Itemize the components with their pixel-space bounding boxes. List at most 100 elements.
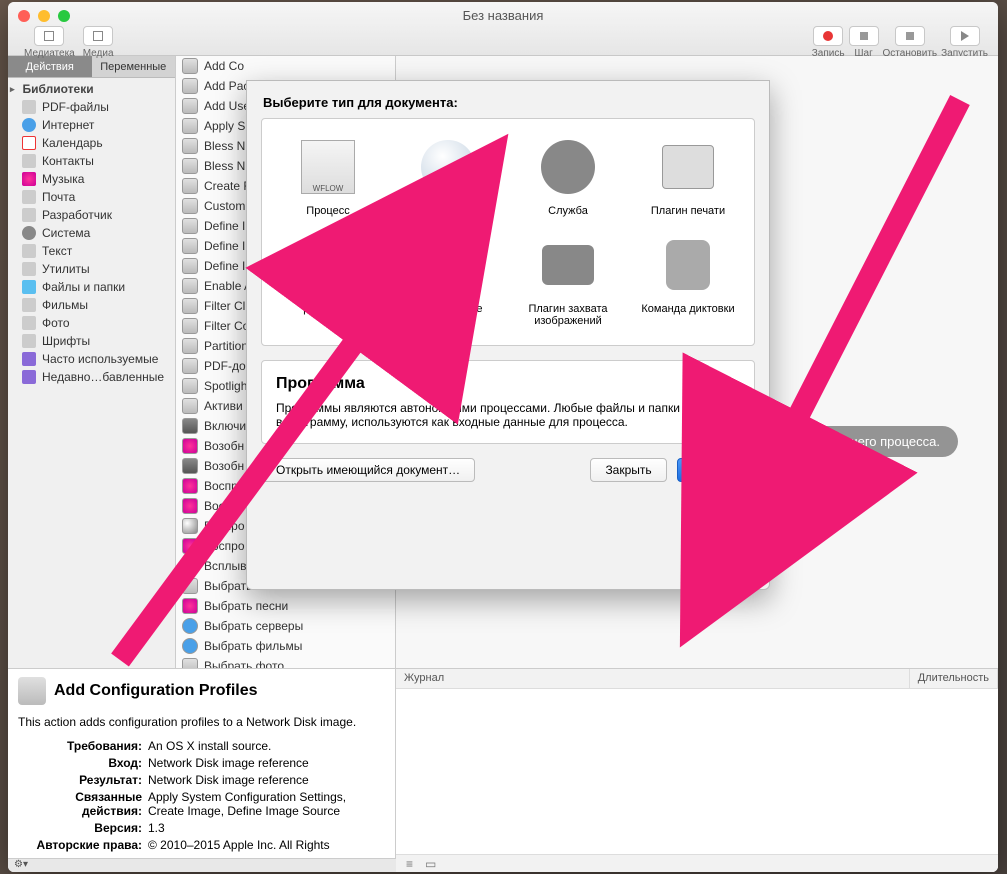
type-print[interactable]: Плагин печати — [630, 135, 746, 219]
action-item-label: Spotligh — [204, 379, 247, 393]
type-folder-icon — [296, 233, 360, 297]
type-service[interactable]: Служба — [510, 135, 626, 219]
favorites-row[interactable]: Часто используемые — [8, 350, 175, 368]
library-btn-label: Медиатека — [24, 48, 75, 59]
library-item-icon — [22, 280, 36, 294]
library-btn-icon — [34, 26, 64, 46]
library-item[interactable]: Музыка — [8, 170, 175, 188]
library-item[interactable]: Разработчик — [8, 206, 175, 224]
library-item[interactable]: Интернет — [8, 116, 175, 134]
action-item[interactable]: Выбрать серверы — [176, 616, 395, 636]
action-item-icon — [182, 338, 198, 354]
type-workflow[interactable]: WFLOWПроцесс — [270, 135, 386, 219]
library-item-icon — [22, 190, 36, 204]
action-item-icon — [182, 78, 198, 94]
library-item[interactable]: Шрифты — [8, 332, 175, 350]
action-item-icon — [182, 198, 198, 214]
type-application[interactable]: Программа — [390, 135, 506, 219]
action-item-label: Активи — [204, 399, 243, 413]
library-item-icon — [22, 316, 36, 330]
action-item-icon — [182, 458, 198, 474]
library-header[interactable]: Библиотеки — [8, 80, 175, 98]
type-calendar[interactable]: JUL17Уведомление Календаря — [390, 233, 506, 329]
action-item-label: Воспр — [204, 499, 238, 513]
library-item[interactable]: Текст — [8, 242, 175, 260]
info-label: Результат: — [18, 773, 148, 787]
action-item[interactable]: Выбрать фильмы — [176, 636, 395, 656]
action-item-label: Воспро — [204, 479, 245, 493]
action-item-icon — [182, 598, 198, 614]
action-item-icon — [182, 278, 198, 294]
close-window-icon[interactable] — [18, 10, 30, 22]
action-item-label: Возобн — [204, 459, 244, 473]
library-item-label: Утилиты — [42, 262, 90, 276]
info-row: Требования:An OS X install source. — [18, 739, 385, 753]
library-item-label: Почта — [42, 190, 75, 204]
action-large-icon — [18, 677, 46, 705]
recent-icon — [22, 370, 36, 384]
action-item-icon — [182, 558, 198, 574]
log-view-list-icon[interactable]: ≡ — [406, 857, 413, 871]
action-item-label: Воспро — [204, 519, 245, 533]
info-row: Версия:1.3 — [18, 821, 385, 835]
library-item[interactable]: Файлы и папки — [8, 278, 175, 296]
action-item[interactable]: Выбрать песни — [176, 596, 395, 616]
titlebar: Без названия МедиатекаМедиа ЗаписьШагОст… — [8, 2, 998, 56]
type-dictation-icon — [656, 233, 720, 297]
type-folder[interactable]: Действие — [270, 233, 386, 329]
stop-btn[interactable]: Остановить — [883, 26, 938, 59]
action-item-icon — [182, 578, 198, 594]
run-btn[interactable]: Запустить — [941, 26, 988, 59]
type-capture[interactable]: Плагин захвата изображений — [510, 233, 626, 329]
library-item-label: Шрифты — [42, 334, 90, 348]
library-item-icon — [22, 118, 36, 132]
action-item[interactable]: Add Co — [176, 56, 395, 76]
library-item[interactable]: Система — [8, 224, 175, 242]
gear-menu-icon[interactable]: ⚙︎▾ — [14, 859, 28, 870]
action-item-label: Partition — [204, 339, 248, 353]
library-item[interactable]: Календарь — [8, 134, 175, 152]
library-item[interactable]: Контакты — [8, 152, 175, 170]
close-button[interactable]: Закрыть — [590, 458, 666, 482]
tab-actions[interactable]: Действия — [8, 56, 92, 77]
log-col-duration[interactable]: Длительность — [910, 669, 998, 688]
action-item-label: Filter Co — [204, 319, 249, 333]
action-item-label: Bless N — [204, 159, 245, 173]
type-calendar-label: Уведомление Календаря — [390, 301, 506, 329]
type-grid: WFLOWПроцессПрограммаСлужба Плагин печати… — [261, 118, 755, 346]
log-col-journal[interactable]: Журнал — [396, 669, 910, 688]
minimize-window-icon[interactable] — [38, 10, 50, 22]
action-item-label: Bless N — [204, 139, 245, 153]
library-item[interactable]: PDF-файлы — [8, 98, 175, 116]
tab-variables[interactable]: Переменные — [92, 56, 176, 77]
action-item-label: Create F — [204, 179, 251, 193]
library-item[interactable]: Фильмы — [8, 296, 175, 314]
library-item[interactable]: Почта — [8, 188, 175, 206]
library-item[interactable]: Утилиты — [8, 260, 175, 278]
type-workflow-label: Процесс — [298, 203, 357, 219]
library-item-label: Фильмы — [42, 298, 88, 312]
record-btn[interactable]: Запись — [812, 26, 845, 59]
type-dictation[interactable]: Команда диктовки — [630, 233, 746, 329]
action-item-icon — [182, 518, 198, 534]
action-item-icon — [182, 158, 198, 174]
zoom-window-icon[interactable] — [58, 10, 70, 22]
library-btn[interactable]: Медиатека — [24, 26, 75, 59]
media-btn[interactable]: Медиа — [83, 26, 114, 59]
action-item-label: Apply S — [204, 119, 245, 133]
log-view-grid-icon[interactable]: ▭ — [425, 857, 436, 871]
recent-row[interactable]: Недавно…бавленные — [8, 368, 175, 386]
media-btn-icon — [83, 26, 113, 46]
action-item-icon — [182, 538, 198, 554]
action-item-icon — [182, 98, 198, 114]
library-item[interactable]: Фото — [8, 314, 175, 332]
choose-button[interactable]: Выбрать — [677, 458, 755, 482]
run-btn-icon — [950, 26, 980, 46]
open-existing-button[interactable]: Открыть имеющийся документ… — [261, 458, 475, 482]
info-row: Вход:Network Disk image reference — [18, 756, 385, 770]
action-item-icon — [182, 498, 198, 514]
type-print-label: Плагин печати — [643, 203, 733, 219]
step-btn[interactable]: Шаг — [849, 26, 879, 59]
action-item-icon — [182, 378, 198, 394]
info-row: Результат:Network Disk image reference — [18, 773, 385, 787]
